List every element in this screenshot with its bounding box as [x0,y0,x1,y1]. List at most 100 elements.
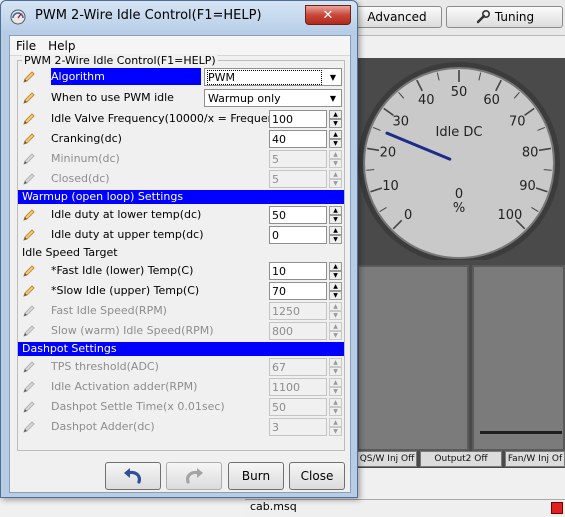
algorithm-select[interactable]: PWM ▼ [204,68,342,86]
row-slow-idle-speed: Slow (warm) Idle Speed(RPM) 800 ▲ ▼ [18,321,344,341]
gauge-tick [366,169,375,171]
menu-bar: File Help [10,36,350,56]
fast-idle-temp-input[interactable]: 10 [269,262,327,280]
spin-up-icon[interactable]: ▲ [329,282,342,291]
menu-help[interactable]: Help [42,39,81,53]
gauge-tick-label: 70 [509,115,526,130]
pencil-icon[interactable] [22,70,36,84]
gauge-tick-label: 60 [483,93,500,108]
slow-idle-temp-input[interactable]: 70 [269,282,327,300]
gauge-tick-label: 90 [519,179,536,194]
when-to-use-label: When to use PWM idle [51,91,174,104]
panel-bar [480,431,562,434]
row-algorithm: Algorithm PWM ▼ [18,67,344,87]
pencil-icon[interactable] [22,132,36,146]
row-dashpot-settle-time: Dashpot Settle Time(x 0.01sec) 50 ▲ ▼ [18,397,344,417]
row-dashpot-adder: Dashpot Adder(dc) 3 ▲ ▼ [18,417,344,437]
spin-down-icon: ▼ [329,407,342,416]
pencil-icon[interactable] [22,284,36,298]
spin-down-icon[interactable]: ▼ [329,291,342,300]
pencil-icon[interactable] [22,228,36,242]
redo-button[interactable] [166,462,222,490]
close-button-label: Close [300,469,334,483]
gauge-tick-label: 50 [451,85,468,100]
row-fast-idle-temp: *Fast Idle (lower) Temp(C) 10 ▲ ▼ [18,261,344,281]
tab-tuning-label: Tuning [494,10,535,24]
algorithm-label: Algorithm [51,68,201,85]
spin-down-icon[interactable]: ▼ [329,119,342,128]
close-button[interactable]: Close [289,462,345,490]
spin-up-icon: ▲ [329,398,342,407]
chevron-down-icon[interactable]: ▼ [325,69,341,85]
close-icon: ✕ [322,7,334,23]
idle-duty-lower-input[interactable]: 50 [269,206,327,224]
cranking-input[interactable]: 40 [269,130,327,148]
idle-duty-upper-input[interactable]: 0 [269,226,327,244]
dashpot-settle-time-spinner: ▲ ▼ [329,398,342,416]
burn-button[interactable]: Burn [228,462,284,490]
tab-advanced[interactable]: Advanced [352,6,442,28]
gauge-tick-label: 30 [392,115,409,130]
dashpot-adder-input: 3 [269,418,327,436]
spin-down-icon[interactable]: ▼ [329,235,342,244]
idle-duty-lower-label: Idle duty at lower temp(dc) [51,208,202,221]
dashpot-adder-spinner: ▲ ▼ [329,418,342,436]
fast-idle-temp-spinner[interactable]: ▲ ▼ [329,262,342,280]
section-warmup-header: Warmup (open loop) Settings [18,190,344,204]
spin-down-icon: ▼ [329,311,342,320]
spin-up-icon[interactable]: ▲ [329,226,342,235]
idle-valve-frequency-spinner[interactable]: ▲ ▼ [329,110,342,128]
spin-down-icon: ▼ [329,427,342,436]
undo-button[interactable] [105,462,161,490]
spin-down-icon: ▼ [329,331,342,340]
idle-duty-lower-spinner[interactable]: ▲ ▼ [329,206,342,224]
spin-down-icon[interactable]: ▼ [329,215,342,224]
status-indicator-2: Output2 Off [420,451,502,467]
pencil-icon[interactable] [22,91,36,105]
menu-file[interactable]: File [10,39,42,53]
spin-up-icon: ▲ [329,302,342,311]
section-idle-speed-target: Idle Speed Target [22,246,118,259]
tab-advanced-label: Advanced [367,10,427,24]
row-idle-valve-frequency: Idle Valve Frequency(10000/x = Frequency… [18,109,344,129]
spin-up-icon[interactable]: ▲ [329,110,342,119]
when-to-use-select[interactable]: Warmup only ▼ [204,89,342,107]
idle-valve-frequency-label: Idle Valve Frequency(10000/x = Frequency… [51,112,292,125]
spin-down-icon[interactable]: ▼ [329,271,342,280]
gauge-tick-label: 100 [497,208,522,223]
settings-group: PWM 2-Wire Idle Control(F1=HELP) Algorit… [17,54,345,451]
idle-duty-upper-label: Idle duty at upper temp(dc) [51,228,204,241]
when-to-use-value: Warmup only [208,92,281,105]
row-idle-activation-adder: Idle Activation adder(RPM) 1100 ▲ ▼ [18,377,344,397]
tps-threshold-spinner: ▲ ▼ [329,358,342,376]
spin-down-icon[interactable]: ▼ [329,139,342,148]
redo-arrow-icon [186,468,203,484]
pencil-icon [22,324,36,338]
spin-up-icon[interactable]: ▲ [329,262,342,271]
tps-threshold-label: TPS threshold(ADC) [51,360,159,373]
title-bar[interactable]: PWM 2-Wire Idle Control(F1=HELP) ✕ [1,1,357,31]
idle-activation-adder-label: Idle Activation adder(RPM) [51,380,198,393]
pencil-icon[interactable] [22,208,36,222]
spin-up-icon[interactable]: ▲ [329,206,342,215]
gauge-readout: 0 [455,187,463,202]
spin-up-icon[interactable]: ▲ [329,130,342,139]
window-close-button[interactable]: ✕ [305,5,351,25]
slow-idle-temp-spinner[interactable]: ▲ ▼ [329,282,342,300]
row-closed: Closed(dc) 5 ▲ ▼ [18,169,344,189]
idle-duty-upper-spinner[interactable]: ▲ ▼ [329,226,342,244]
fast-idle-speed-label: Fast Idle Speed(RPM) [51,304,167,317]
dashpot-adder-label: Dashpot Adder(dc) [51,420,155,433]
pencil-icon [22,360,36,374]
pencil-icon[interactable] [22,264,36,278]
idle-valve-frequency-input[interactable]: 100 [269,110,327,128]
chevron-down-icon[interactable]: ▼ [325,90,341,106]
cranking-spinner[interactable]: ▲ ▼ [329,130,342,148]
slow-idle-speed-label: Slow (warm) Idle Speed(RPM) [51,324,214,337]
window-title: PWM 2-Wire Idle Control(F1=HELP) [35,8,262,23]
pencil-icon[interactable] [22,112,36,126]
tab-tuning[interactable]: Tuning [446,6,563,28]
group-title: PWM 2-Wire Idle Control(F1=HELP) [22,54,218,67]
wrench-icon [476,9,490,24]
fast-idle-speed-spinner: ▲ ▼ [329,302,342,320]
